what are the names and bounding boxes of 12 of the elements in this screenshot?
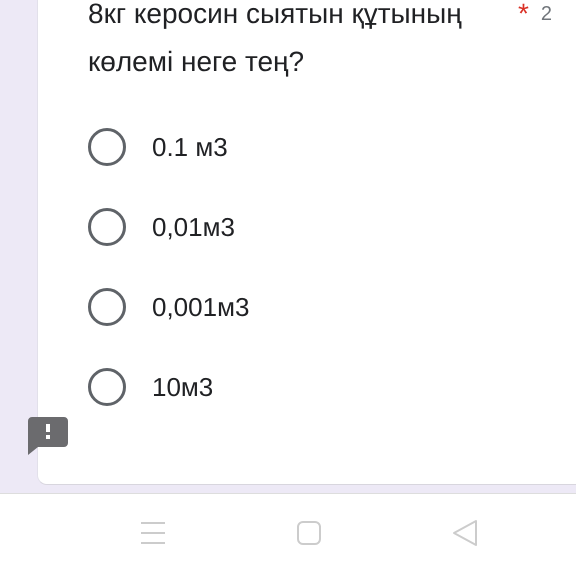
radio-button[interactable] xyxy=(88,288,126,326)
radio-button[interactable] xyxy=(88,208,126,246)
required-mark: * xyxy=(518,0,529,28)
answer-option[interactable]: 10м3 xyxy=(88,368,214,406)
points-label: 2 xyxy=(540,2,552,27)
answer-option[interactable]: 0.1 м3 xyxy=(88,128,228,166)
radio-button[interactable] xyxy=(88,368,126,406)
feedback-icon[interactable] xyxy=(28,417,68,455)
answer-option[interactable]: 0,01м3 xyxy=(88,208,235,246)
radio-button[interactable] xyxy=(88,128,126,166)
question-title: 8кг керосин сыятын құтының көлемі неге тең? xyxy=(88,0,463,79)
answer-option[interactable]: 0,001м3 xyxy=(88,288,250,326)
